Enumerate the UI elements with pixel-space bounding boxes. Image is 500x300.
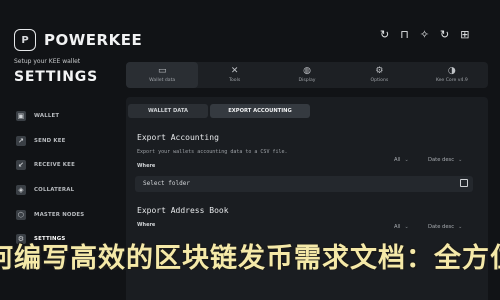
display-icon: ◍ — [303, 66, 311, 76]
tab-display[interactable]: ◍ Display — [271, 62, 343, 88]
topbar: ↻ ⊓ ✧ ↻ ⊞ — [380, 29, 469, 41]
sidebar-item-label: RECEIVE KEE — [34, 162, 75, 169]
collateral-icon: ◈ — [16, 185, 26, 196]
select-folder-value: Select folder — [143, 180, 190, 187]
sidebar-item-label: COLLATERAL — [34, 187, 75, 194]
sort-value: Date desc — [428, 157, 455, 163]
sidebar-subtitle: Setup your KEE wallet — [14, 58, 81, 65]
sort-dropdown[interactable]: Date desc ⌄ — [428, 224, 462, 230]
powerkee-logo-icon: P — [14, 29, 36, 51]
export-address-book-title: Export Address Book — [137, 206, 229, 215]
tab-kee-core[interactable]: ◑ Kee Core v4.9 — [416, 62, 488, 88]
brand-name: POWERKEE — [44, 31, 143, 49]
options-icon: ⚙ — [375, 66, 384, 76]
select-folder-field[interactable]: Select folder — [135, 176, 473, 192]
sort-dropdown[interactable]: Date desc ⌄ — [428, 157, 462, 163]
filter-dropdown[interactable]: All ⌄ — [394, 157, 409, 163]
tab-tools[interactable]: ✕ Tools — [198, 62, 270, 88]
tab-label: Options — [370, 78, 389, 83]
tab-label: Tools — [228, 78, 241, 83]
export-accounting-title: Export Accounting — [137, 133, 219, 142]
sync-icon[interactable]: ↻ — [440, 29, 449, 41]
sidebar-item-collateral[interactable]: ◈ COLLATERAL — [16, 178, 114, 203]
tab-label: Wallet data — [149, 78, 176, 83]
sidebar-item-wallet[interactable]: ▣ WALLET — [16, 104, 114, 129]
sidebar-nav: ▣ WALLET ↗ SEND KEE ↙ RECEIVE KEE ◈ COLL… — [16, 104, 114, 252]
sidebar-item-send-kee[interactable]: ↗ SEND KEE — [16, 129, 114, 154]
sidebar-item-master-nodes[interactable]: ⬡ MASTER NODES — [16, 202, 114, 227]
subtab-export-accounting[interactable]: EXPORT ACCOUNTING — [210, 104, 310, 118]
sidebar-item-receive-kee[interactable]: ↙ RECEIVE KEE — [16, 153, 114, 178]
wallet-icon: ▣ — [16, 111, 26, 122]
lock-icon[interactable]: ⊓ — [400, 29, 409, 41]
sidebar-item-label: MASTER NODES — [34, 211, 85, 218]
tab-wallet-data[interactable]: ▭ Wallet data — [126, 62, 199, 88]
network-icon[interactable]: ✧ — [420, 29, 429, 41]
subtabs: WALLET DATA EXPORT ACCOUNTING — [128, 104, 310, 118]
sort-value: Date desc — [428, 224, 455, 230]
tab-options[interactable]: ⚙ Options — [343, 62, 415, 88]
filter-value: All — [394, 224, 401, 230]
filter-value: All — [394, 157, 401, 163]
sidebar-item-label: WALLET — [34, 113, 60, 120]
export-accounting-description: Export your wallets accounting data to a… — [137, 149, 288, 155]
where-label: Where — [137, 222, 156, 228]
nodes-icon: ⬡ — [16, 209, 26, 220]
chevron-down-icon: ⌄ — [458, 224, 463, 230]
sidebar-title: SETTINGS — [14, 69, 98, 85]
tools-icon: ✕ — [230, 66, 239, 76]
wallet-data-icon: ▭ — [157, 66, 167, 76]
info-icon[interactable]: ⊞ — [460, 29, 469, 41]
overlay-caption: 何编写高效的区块链发币需求文档：全方位指 — [0, 240, 500, 271]
settings-tabs: ▭ Wallet data ✕ Tools ◍ Display ⚙ Option… — [126, 62, 488, 88]
refresh-icon[interactable]: ↻ — [380, 29, 389, 41]
sidebar-item-label: SEND KEE — [34, 137, 66, 144]
subtab-wallet-data[interactable]: WALLET DATA — [128, 104, 208, 118]
where-label: Where — [137, 163, 156, 169]
kee-core-icon: ◑ — [447, 66, 456, 76]
tab-label: Display — [298, 78, 316, 83]
brand: P POWERKEE — [14, 28, 142, 52]
receive-icon: ↙ — [16, 160, 26, 171]
send-icon: ↗ — [16, 135, 26, 146]
chevron-down-icon: ⌄ — [458, 157, 463, 163]
folder-icon[interactable] — [460, 179, 468, 187]
overlay-caption-text: 何编写高效的区块链发币需求文档：全方位指 — [0, 242, 500, 271]
filter-dropdown[interactable]: All ⌄ — [394, 224, 409, 230]
chevron-down-icon: ⌄ — [404, 157, 409, 163]
chevron-down-icon: ⌄ — [404, 224, 409, 230]
tab-label: Kee Core v4.9 — [435, 78, 468, 83]
